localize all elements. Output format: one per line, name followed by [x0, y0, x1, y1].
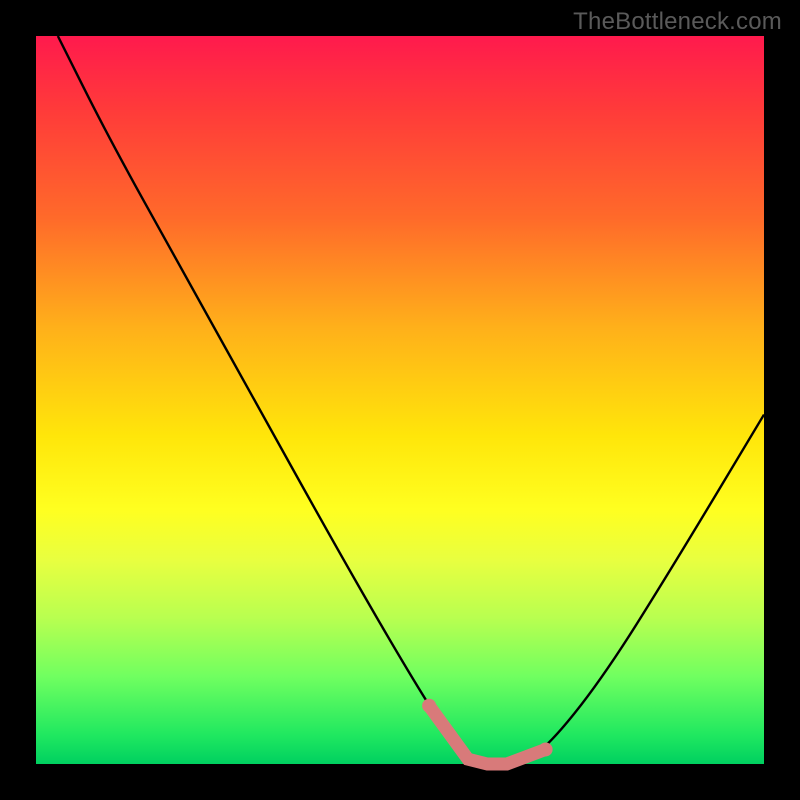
chart-frame: TheBottleneck.com	[0, 0, 800, 800]
plot-area	[36, 36, 764, 764]
trough-dot-left	[422, 699, 436, 713]
trough-highlight	[429, 706, 545, 764]
trough-dot-right	[539, 742, 553, 756]
bottleneck-curve-path	[58, 36, 764, 764]
bottleneck-curve-svg	[36, 36, 764, 764]
watermark-text: TheBottleneck.com	[573, 8, 782, 36]
